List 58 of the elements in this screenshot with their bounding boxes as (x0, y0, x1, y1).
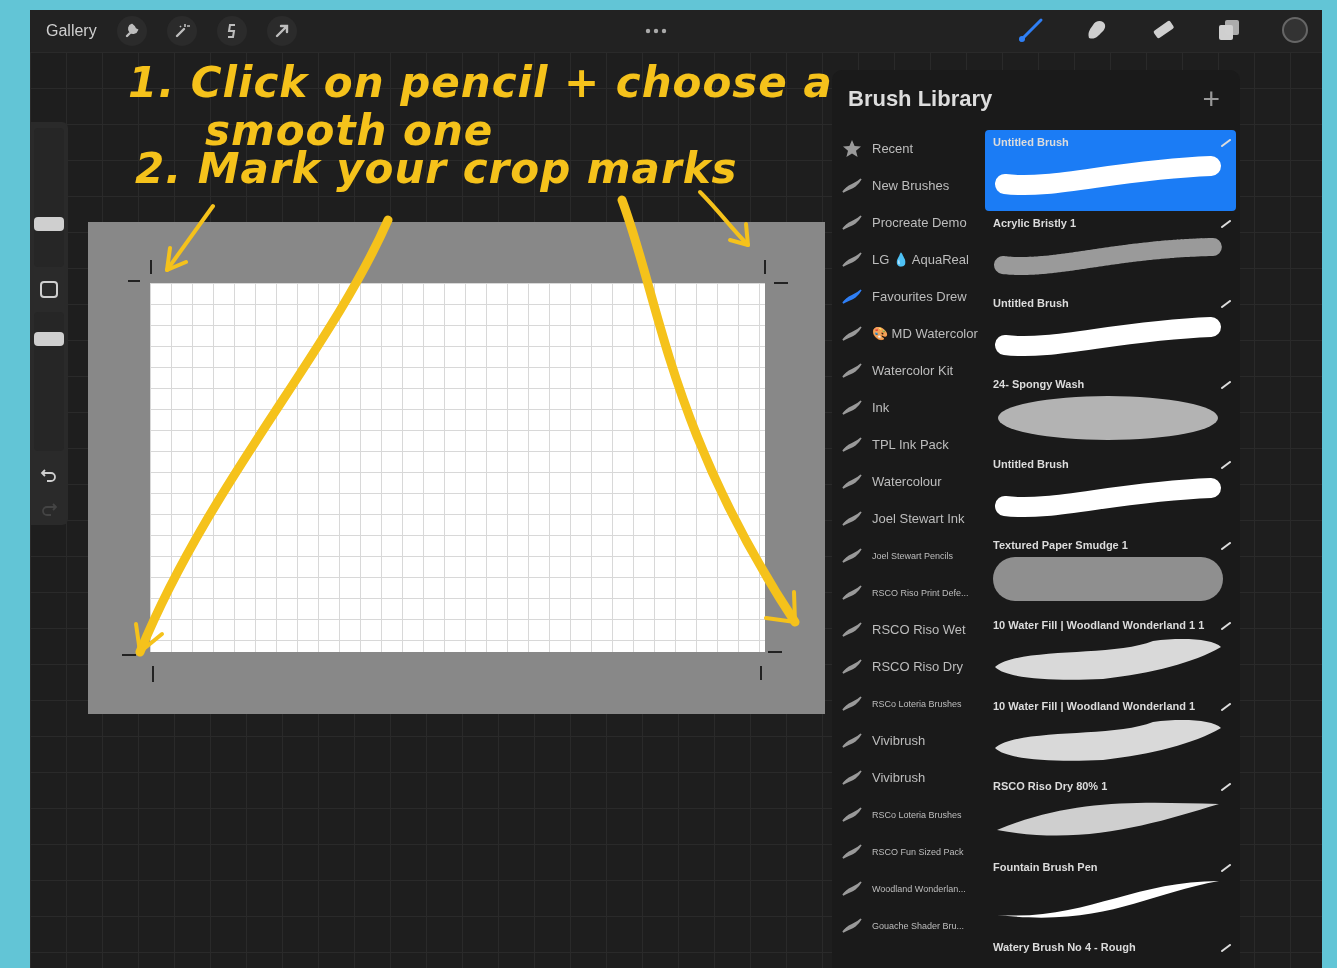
brush-set-item[interactable]: New Brushes (832, 167, 985, 204)
pen-icon (1221, 944, 1231, 952)
brush-item[interactable]: 24- Spongy Wash (985, 371, 1236, 452)
slider-thumb[interactable] (34, 332, 64, 346)
brush-set-item[interactable]: Vivibrush (832, 722, 985, 759)
pen-icon (1221, 702, 1231, 711)
pen-icon (1221, 139, 1231, 147)
brush-set-item[interactable]: Watercolor Kit (832, 352, 985, 389)
brush-set-item[interactable]: Vivibrush (832, 759, 985, 796)
brush-set-item[interactable]: RSCO Riso Print Defe... (832, 574, 985, 611)
opacity-slider[interactable] (34, 312, 64, 451)
brush-item[interactable]: Watery Brush No 4 - Rough (985, 935, 1236, 968)
brush-item[interactable]: Fountain Brush Pen (985, 854, 1236, 935)
brush-size-slider[interactable] (34, 128, 64, 267)
slider-thumb[interactable] (34, 217, 64, 231)
brush-item[interactable]: 10 Water Fill | Woodland Wonderland 1 (985, 693, 1236, 774)
brush-set-item[interactable]: Procreate Demo (832, 204, 985, 241)
selection-button[interactable] (216, 16, 247, 46)
brush-set-item[interactable]: LG 💧 AquaReal (832, 241, 985, 278)
wrench-button[interactable] (116, 16, 147, 46)
brush-set-item[interactable]: TPL Ink Pack (832, 426, 985, 463)
gallery-button[interactable]: Gallery (46, 22, 97, 40)
brush-set-item[interactable]: Watercolour (832, 463, 985, 500)
pen-icon (1221, 863, 1231, 872)
panel-title: Brush Library (848, 86, 993, 112)
pen-icon (1221, 622, 1231, 630)
brush-set-item[interactable]: Woodland Wonderlan... (832, 870, 985, 907)
pen-icon (1221, 380, 1231, 389)
add-button[interactable]: + (1202, 84, 1220, 114)
wand-button[interactable] (166, 16, 197, 46)
brush-set-item[interactable]: RSCO Fun Sized Pack (832, 833, 985, 870)
transform-button[interactable] (266, 16, 297, 46)
brush-item[interactable]: Acrylic Bristly 1 (985, 210, 1236, 291)
brush-item[interactable]: Textured Paper Smudge 1 (985, 532, 1236, 613)
brush-item[interactable]: RSCO Riso Dry 80% 1 (985, 774, 1236, 855)
brush-set-item[interactable]: RSCo Loteria Brushes (832, 685, 985, 722)
brush-set-item[interactable]: RSCo Loteria Brushes (832, 796, 985, 833)
brush-set-item[interactable]: Recent (832, 130, 985, 167)
brush-set-item[interactable]: Joel Stewart Pencils (832, 537, 985, 574)
brush-set-item[interactable]: RSCO Riso Dry (832, 648, 985, 685)
brush-set-item[interactable]: Gouache Shader Bru... (832, 907, 985, 944)
brush-item[interactable]: 10 Water Fill | Woodland Wonderland 1 1 (985, 613, 1236, 694)
pen-icon (1221, 300, 1231, 308)
pen-icon (1221, 541, 1231, 550)
modify-button[interactable] (40, 281, 58, 298)
pen-icon (1221, 783, 1231, 791)
color-tool-icon[interactable] (1280, 16, 1310, 46)
handwritten-note: 1. Click on pencil + choose a (128, 58, 833, 107)
pen-icon (1221, 219, 1231, 228)
brush-item[interactable]: Untitled Brush (985, 291, 1236, 372)
brush-set-item[interactable]: 🎨 MD Watercolor (832, 315, 985, 352)
brush-set-item[interactable]: Favourites Drew (832, 278, 985, 315)
pen-icon (1221, 461, 1231, 469)
brush-set-item[interactable]: Joel Stewart Ink (832, 500, 985, 537)
brush-set-item[interactable]: RSCO Riso Wet (832, 611, 985, 648)
brush-set-item[interactable]: Ink (832, 389, 985, 426)
brush-item[interactable]: Untitled Brush (985, 452, 1236, 533)
more-icon[interactable] (645, 28, 668, 34)
